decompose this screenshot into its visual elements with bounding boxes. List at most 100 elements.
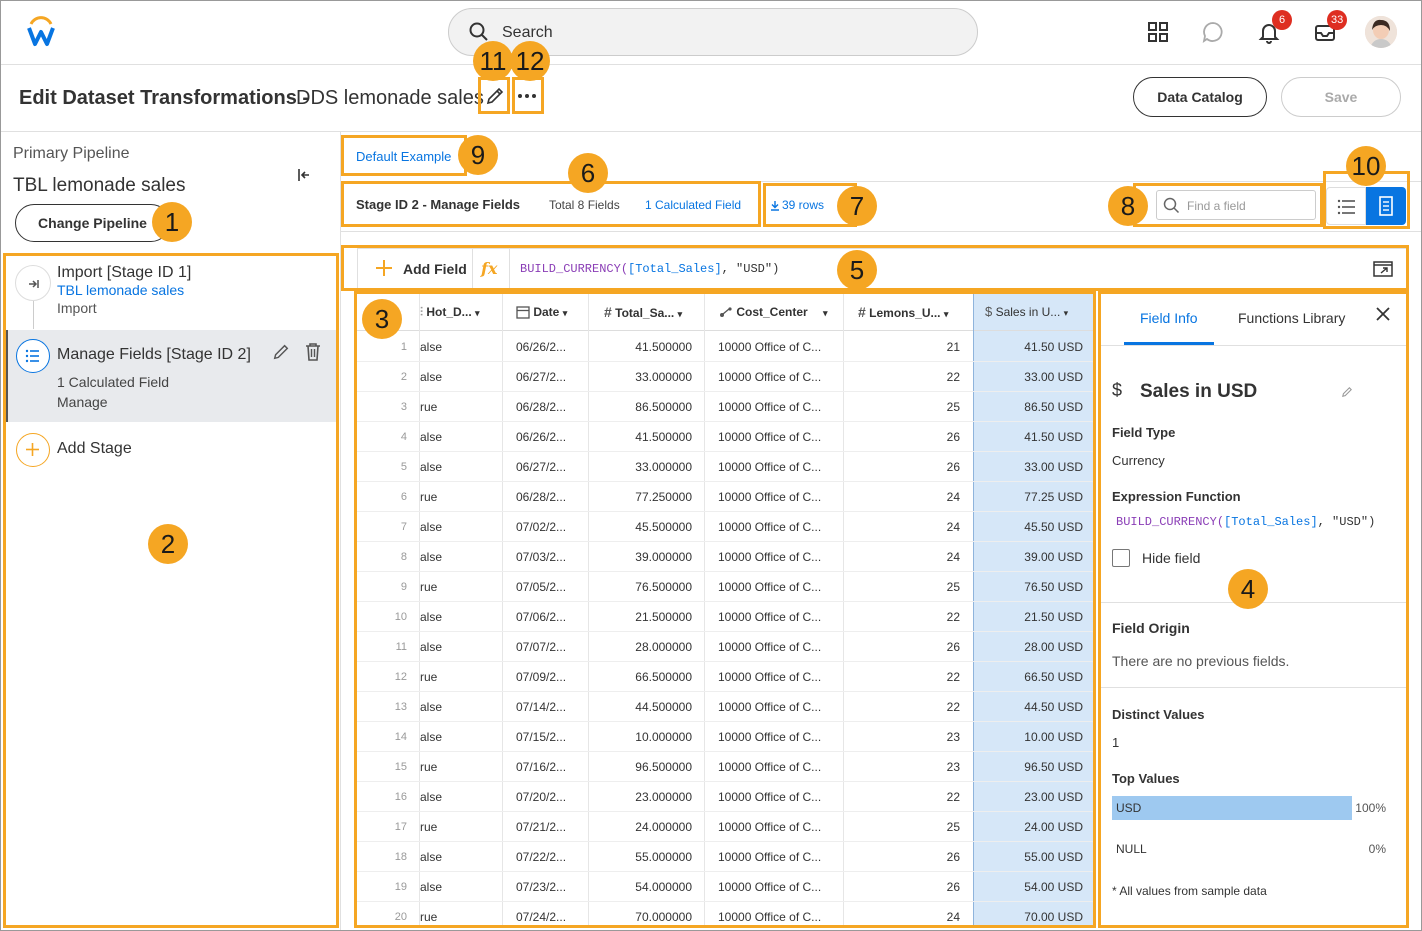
cell-lemons-used: 26 — [946, 640, 960, 654]
row-number: 10 — [394, 611, 407, 623]
function-icon[interactable]: fx — [481, 259, 497, 278]
table-row[interactable]: 18 alse 07/22/2... 55.000000 10000 Office of… — [357, 842, 1093, 872]
cell-hot-day: alse — [420, 460, 443, 474]
table-row[interactable]: 20 rue 07/24/2... 70.000000 10000 Office of … — [357, 902, 1093, 931]
cell-sales-in-usd: 77.25 USD — [1024, 490, 1083, 504]
table-row[interactable]: 4 alse 06/26/2... 41.500000 10000 Office of … — [357, 422, 1093, 452]
rows-count-link[interactable]: 39 rows — [782, 198, 824, 212]
table-row[interactable]: 2 alse 06/27/2... 33.000000 10000 Office of … — [357, 362, 1093, 392]
table-view-icon — [1379, 196, 1393, 216]
rename-field-icon[interactable] — [1341, 386, 1353, 398]
table-row[interactable]: 19 alse 07/23/2... 54.000000 10000 Office of… — [357, 872, 1093, 902]
table-row[interactable]: 13 alse 07/14/2... 44.500000 10000 Office of… — [357, 692, 1093, 722]
expression-function-label: Expression Function — [1112, 489, 1241, 504]
tab-field-info[interactable]: Field Info — [1140, 310, 1198, 326]
tab-functions-library[interactable]: Functions Library — [1238, 310, 1345, 326]
download-icon[interactable] — [770, 200, 780, 211]
edit-pencil-icon[interactable] — [485, 86, 505, 106]
callout-7: 7 — [837, 186, 877, 226]
column-header-hot-day[interactable]: ⫶ Hot_D... ▾ — [420, 293, 500, 331]
cell-total-sales: 55.000000 — [635, 850, 692, 864]
cell-date: 06/28/2... — [516, 490, 567, 504]
section-divider — [1100, 687, 1406, 688]
distinct-values-label: Distinct Values — [1112, 707, 1205, 722]
stage-bar-divider — [341, 231, 1422, 232]
find-field-placeholder: Find a field — [1187, 199, 1246, 213]
callout-11: 11 — [473, 41, 513, 81]
column-header-total-sales[interactable]: # Total_Sa... ▾ — [604, 293, 702, 331]
cell-sales-in-usd: 70.00 USD — [1024, 910, 1083, 924]
row-number: 17 — [394, 821, 407, 833]
cell-total-sales: 70.000000 — [635, 910, 692, 924]
table-row[interactable]: 14 alse 07/15/2... 10.000000 10000 Office of… — [357, 722, 1093, 752]
expand-editor-icon[interactable] — [1373, 261, 1393, 277]
table-view-toggle[interactable] — [1366, 187, 1406, 225]
hide-field-checkbox[interactable] — [1112, 549, 1130, 567]
panel-divider — [1099, 293, 1100, 926]
formula-separator — [472, 249, 473, 289]
table-row[interactable]: 17 rue 07/21/2... 24.000000 10000 Office of … — [357, 812, 1093, 842]
cell-total-sales: 96.500000 — [635, 760, 692, 774]
table-row[interactable]: 16 alse 07/20/2... 23.000000 10000 Office of… — [357, 782, 1093, 812]
find-field-input[interactable]: Find a field — [1156, 190, 1316, 220]
cell-date: 07/05/2... — [516, 580, 567, 594]
edit-stage-icon[interactable] — [272, 343, 290, 361]
stage-source-link[interactable]: TBL lemonade sales — [57, 282, 327, 298]
table-row[interactable]: 7 alse 07/02/2... 45.500000 10000 Office of … — [357, 512, 1093, 542]
default-example-link[interactable]: Default Example — [356, 149, 451, 164]
table-row[interactable]: 6 rue 06/28/2... 77.250000 10000 Office of C… — [357, 482, 1093, 512]
top-value-percent: 100% — [1355, 801, 1386, 815]
row-number: 19 — [394, 881, 407, 893]
table-row[interactable]: 11 alse 07/07/2... 28.000000 10000 Office of… — [357, 632, 1093, 662]
add-stage-label[interactable]: Add Stage — [57, 440, 132, 458]
table-row[interactable]: 10 alse 07/06/2... 21.500000 10000 Office of… — [357, 602, 1093, 632]
cell-cost-center: 10000 Office of C... — [718, 520, 822, 534]
table-row[interactable]: 3 rue 06/28/2... 86.500000 10000 Office of C… — [357, 392, 1093, 422]
chat-icon[interactable] — [1201, 20, 1225, 44]
notifications-badge: 6 — [1272, 10, 1292, 30]
workday-logo[interactable] — [26, 14, 56, 48]
column-header-date[interactable]: Date ▾ — [516, 293, 586, 331]
stage-title: Manage Fields [Stage ID 2] — [57, 346, 251, 363]
table-row[interactable]: 8 alse 07/03/2... 39.000000 10000 Office of … — [357, 542, 1093, 572]
table-row[interactable]: 1 alse 06/26/2... 41.500000 10000 Office of … — [357, 332, 1093, 362]
tabs-divider — [1100, 345, 1406, 346]
cell-sales-in-usd: 33.00 USD — [1024, 460, 1083, 474]
delete-stage-icon[interactable] — [304, 342, 322, 362]
reference-icon — [720, 307, 732, 317]
table-row[interactable]: 5 alse 06/27/2... 33.000000 10000 Office of … — [357, 452, 1093, 482]
table-row[interactable]: 15 rue 07/16/2... 96.500000 10000 Office of … — [357, 752, 1093, 782]
stage-title: Import [Stage ID 1] — [57, 264, 192, 281]
change-pipeline-button[interactable]: Change Pipeline — [15, 204, 170, 242]
more-actions-icon[interactable] — [517, 93, 537, 99]
cell-sales-in-usd: 24.00 USD — [1024, 820, 1083, 834]
cell-lemons-used: 22 — [946, 670, 960, 684]
expression-editor[interactable]: BUILD_CURRENCY([Total_Sales], "USD") — [520, 262, 779, 276]
callout-8: 8 — [1108, 186, 1148, 226]
column-header-lemons-used[interactable]: # Lemons_U... ▾ — [858, 293, 962, 331]
user-avatar[interactable] — [1365, 16, 1397, 48]
collapse-panel-icon[interactable] — [297, 168, 311, 182]
data-catalog-button[interactable]: Data Catalog — [1133, 77, 1267, 117]
column-header-cost-center[interactable]: Cost_Center ▾ — [719, 293, 833, 331]
callout-12: 12 — [510, 41, 550, 81]
cell-sales-in-usd: 86.50 USD — [1024, 400, 1083, 414]
cell-sales-in-usd: 96.50 USD — [1024, 760, 1083, 774]
apps-grid-icon[interactable] — [1146, 20, 1170, 44]
cell-total-sales: 33.000000 — [635, 460, 692, 474]
cell-total-sales: 66.500000 — [635, 670, 692, 684]
add-icon[interactable] — [375, 259, 393, 277]
table-row[interactable]: 12 rue 07/09/2... 66.500000 10000 Office of … — [357, 662, 1093, 692]
table-row[interactable]: 9 rue 07/05/2... 76.500000 10000 Office of C… — [357, 572, 1093, 602]
import-stage-item[interactable]: Import [Stage ID 1] TBL lemonade sales I… — [57, 264, 327, 316]
calculated-field-link[interactable]: 1 Calculated Field — [645, 198, 741, 212]
add-stage-plus-icon[interactable] — [16, 433, 50, 467]
add-field-button[interactable]: Add Field — [403, 261, 467, 277]
save-button[interactable]: Save — [1281, 77, 1401, 117]
column-header-label: Date — [533, 305, 560, 319]
cell-lemons-used: 24 — [946, 910, 960, 924]
column-header-sales-in-usd[interactable]: $ Sales in U... ▾ — [985, 293, 1087, 331]
cell-sales-in-usd: 41.50 USD — [1024, 340, 1083, 354]
close-icon[interactable] — [1375, 306, 1391, 322]
list-view-toggle[interactable] — [1326, 187, 1366, 225]
